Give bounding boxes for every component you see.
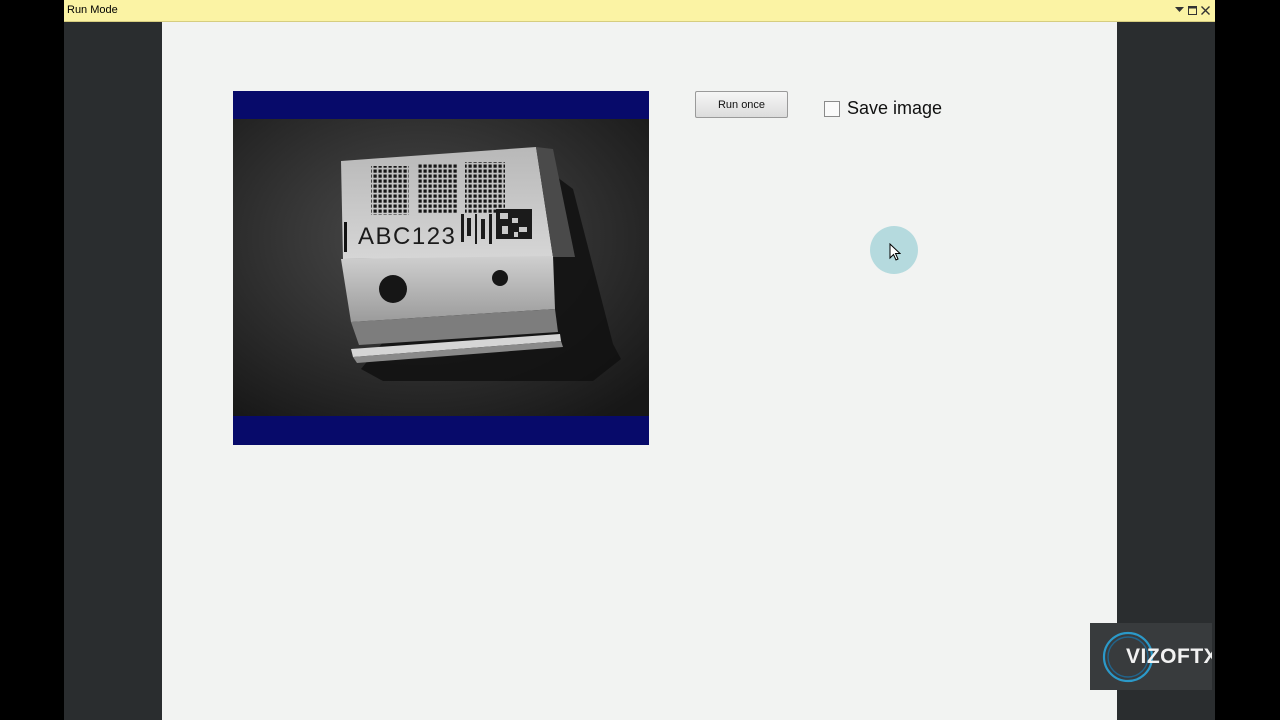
run-mode-window: Run Mode ABC123 Run once Save image xyxy=(64,0,1215,720)
mouse-pointer-icon xyxy=(889,243,901,261)
vizoftx-logo: VIZOFTX xyxy=(1090,623,1212,690)
close-icon[interactable] xyxy=(1199,3,1212,17)
save-image-checkbox[interactable]: Save image xyxy=(824,98,942,119)
title-bar: Run Mode xyxy=(64,0,1215,22)
window-title: Run Mode xyxy=(67,4,118,16)
camera-image: ABC123 xyxy=(233,119,649,416)
logo-text: VIZOFTX xyxy=(1126,645,1212,668)
cursor-highlight xyxy=(870,226,918,274)
dropdown-arrow-icon[interactable] xyxy=(1173,3,1186,17)
save-image-label: Save image xyxy=(847,98,943,118)
run-once-button[interactable]: Run once xyxy=(695,91,788,118)
run-mode-panel: ABC123 Run once Save image xyxy=(162,22,1117,720)
part-marking-text: ABC123 xyxy=(358,223,456,250)
maximize-icon[interactable] xyxy=(1186,3,1199,17)
camera-view: ABC123 xyxy=(233,91,649,445)
save-image-checkbox-box[interactable] xyxy=(824,100,840,117)
